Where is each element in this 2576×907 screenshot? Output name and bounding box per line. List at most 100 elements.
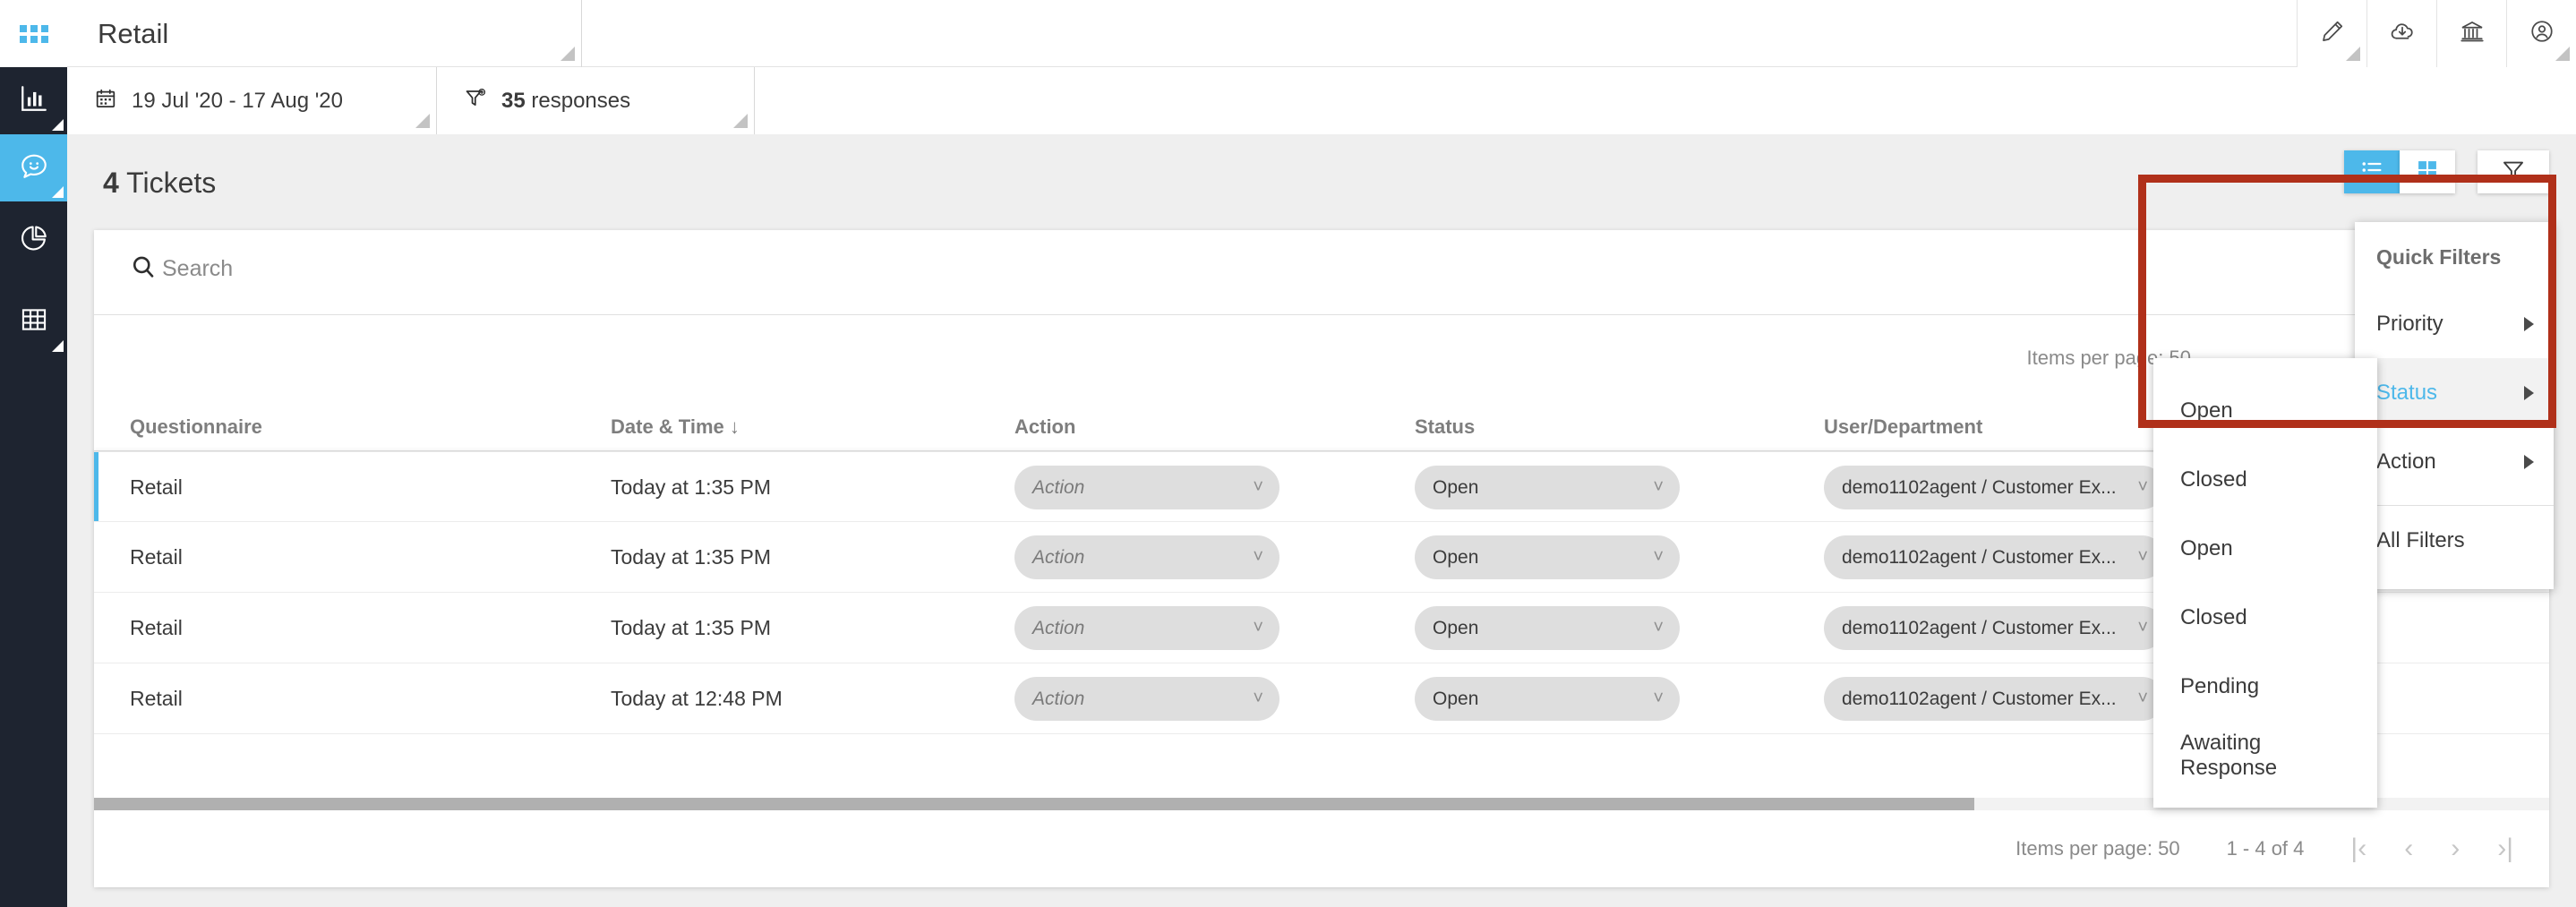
quick-filter-priority-label: Priority: [2376, 311, 2443, 336]
cell-datetime: Today at 1:35 PM: [611, 475, 771, 499]
panel-resize-corner-icon: [2555, 47, 2570, 61]
grid-view-button[interactable]: [2400, 150, 2455, 193]
search-input[interactable]: [162, 256, 610, 282]
column-header-action[interactable]: Action: [1014, 415, 1075, 439]
quick-filter-action-label: Action: [2376, 449, 2436, 474]
cell-datetime: Today at 1:35 PM: [611, 545, 771, 569]
pencil-icon: [2319, 18, 2346, 49]
chevron-down-icon: ˅: [1253, 477, 1263, 497]
user-circle-icon: [2529, 18, 2555, 49]
horizontal-scrollbar-thumb[interactable]: [94, 798, 1974, 810]
pagination-bar: Items per page: 50 1 - 4 of 4 |‹ ‹ › ›|: [94, 810, 2549, 887]
quick-filter-action[interactable]: Action: [2355, 427, 2554, 496]
chevron-down-icon: ˅: [1653, 618, 1664, 637]
status-dropdown[interactable]: Open ˅: [1415, 466, 1680, 509]
action-dropdown[interactable]: Action ˅: [1014, 677, 1279, 721]
cell-questionnaire: Retail: [130, 687, 183, 710]
status-option-pending[interactable]: Pending: [2153, 652, 2377, 721]
tickets-header: 4 Tickets: [67, 134, 2576, 230]
edit-button[interactable]: [2297, 0, 2366, 67]
status-option-awaiting-response[interactable]: Awaiting Response: [2153, 721, 2377, 790]
items-per-page-label[interactable]: Items per page: 50: [2015, 837, 2179, 860]
quick-filters-title: Quick Filters: [2376, 245, 2502, 269]
apps-grid-icon: [19, 24, 48, 43]
chevron-down-icon: ˅: [2137, 618, 2148, 637]
chevron-down-icon: ˅: [2137, 547, 2148, 567]
last-page-button[interactable]: ›|: [2497, 834, 2513, 864]
chat-smiley-icon: [19, 150, 49, 185]
quick-filters-button[interactable]: [2478, 150, 2549, 193]
chevron-down-icon: ˅: [1253, 689, 1263, 708]
tickets-count: 4: [103, 167, 119, 199]
responses-chip[interactable]: 35 responses: [437, 67, 755, 134]
column-header-status[interactable]: Status: [1415, 415, 1475, 439]
list-view-button[interactable]: [2344, 150, 2400, 193]
cell-questionnaire: Retail: [130, 616, 183, 639]
date-range-chip[interactable]: 19 Jul '20 - 17 Aug '20: [67, 67, 437, 134]
search-box[interactable]: [130, 253, 610, 285]
quick-filter-priority[interactable]: Priority: [2355, 289, 2554, 358]
panel-resize-corner-icon: [733, 114, 748, 128]
status-dropdown[interactable]: Open ˅: [1415, 606, 1680, 650]
project-tab[interactable]: Retail: [67, 0, 582, 67]
quick-filters-menu: Quick Filters Priority Status Action All…: [2355, 222, 2554, 589]
user-department-dropdown[interactable]: demo1102agent / Customer Ex... ˅: [1824, 466, 2164, 509]
left-navigation-rail: [0, 0, 67, 907]
panel-resize-corner-icon: [2346, 47, 2360, 61]
sidebar-item-apps[interactable]: [0, 0, 67, 67]
status-option-open-1[interactable]: Open: [2153, 376, 2377, 445]
panel-resize-corner-icon: [52, 186, 64, 198]
chevron-right-icon: [2524, 316, 2534, 331]
bar-chart-icon: [19, 83, 49, 118]
cell-questionnaire: Retail: [130, 475, 183, 499]
sidebar-item-reports[interactable]: [0, 207, 67, 274]
chevron-down-icon: ˅: [2137, 477, 2148, 497]
chevron-down-icon: ˅: [1653, 477, 1664, 497]
column-header-questionnaire[interactable]: Questionnaire: [130, 415, 262, 439]
filter-funnel-icon: [2501, 158, 2526, 187]
sidebar-item-data-table[interactable]: [0, 288, 67, 355]
tickets-count-title: 4 Tickets: [103, 167, 216, 200]
action-dropdown[interactable]: Action ˅: [1014, 606, 1279, 650]
titlebar-actions: [2297, 0, 2576, 67]
user-department-dropdown[interactable]: demo1102agent / Customer Ex... ˅: [1824, 606, 2164, 650]
table-grid-icon: [19, 304, 49, 339]
quick-filter-status-label: Status: [2376, 380, 2438, 405]
page-title: Retail: [98, 17, 169, 49]
panel-resize-corner-icon: [415, 114, 430, 128]
status-dropdown[interactable]: Open ˅: [1415, 677, 1680, 721]
filter-add-icon: [464, 87, 487, 115]
chevron-right-icon: [2524, 454, 2534, 469]
cell-questionnaire: Retail: [130, 545, 183, 569]
view-toggle-group: [2344, 150, 2455, 193]
status-option-closed-1[interactable]: Closed: [2153, 445, 2377, 514]
all-filters-item[interactable]: All Filters: [2355, 506, 2554, 575]
chevron-down-icon: ˅: [1253, 618, 1263, 637]
cell-datetime: Today at 1:35 PM: [611, 616, 771, 639]
quick-filter-status[interactable]: Status: [2355, 358, 2554, 427]
chevron-down-icon: ˅: [1653, 689, 1664, 708]
account-button[interactable]: [2506, 0, 2576, 67]
tickets-label: Tickets: [126, 167, 217, 199]
action-dropdown[interactable]: Action ˅: [1014, 466, 1279, 509]
user-department-dropdown[interactable]: demo1102agent / Customer Ex... ˅: [1824, 535, 2164, 579]
status-option-closed-2[interactable]: Closed: [2153, 583, 2377, 652]
chevron-down-icon: ˅: [2137, 689, 2148, 708]
sidebar-item-feedback[interactable]: [0, 134, 67, 201]
user-department-dropdown[interactable]: demo1102agent / Customer Ex... ˅: [1824, 677, 2164, 721]
action-dropdown[interactable]: Action ˅: [1014, 535, 1279, 579]
status-option-open-2[interactable]: Open: [2153, 514, 2377, 583]
sidebar-item-analytics[interactable]: [0, 67, 67, 134]
responses-label: 35 responses: [501, 88, 631, 113]
download-button[interactable]: [2366, 0, 2436, 67]
column-header-user-department[interactable]: User/Department: [1824, 415, 1982, 439]
next-page-button[interactable]: ›: [2451, 834, 2460, 864]
column-header-datetime[interactable]: Date & Time ↓: [611, 415, 740, 439]
pagination-range: 1 - 4 of 4: [2226, 837, 2305, 860]
chevron-down-icon: ˅: [1653, 547, 1664, 567]
first-page-button[interactable]: |‹: [2350, 834, 2366, 864]
prev-page-button[interactable]: ‹: [2404, 834, 2413, 864]
search-icon: [130, 253, 157, 285]
status-dropdown[interactable]: Open ˅: [1415, 535, 1680, 579]
organization-button[interactable]: [2436, 0, 2506, 67]
